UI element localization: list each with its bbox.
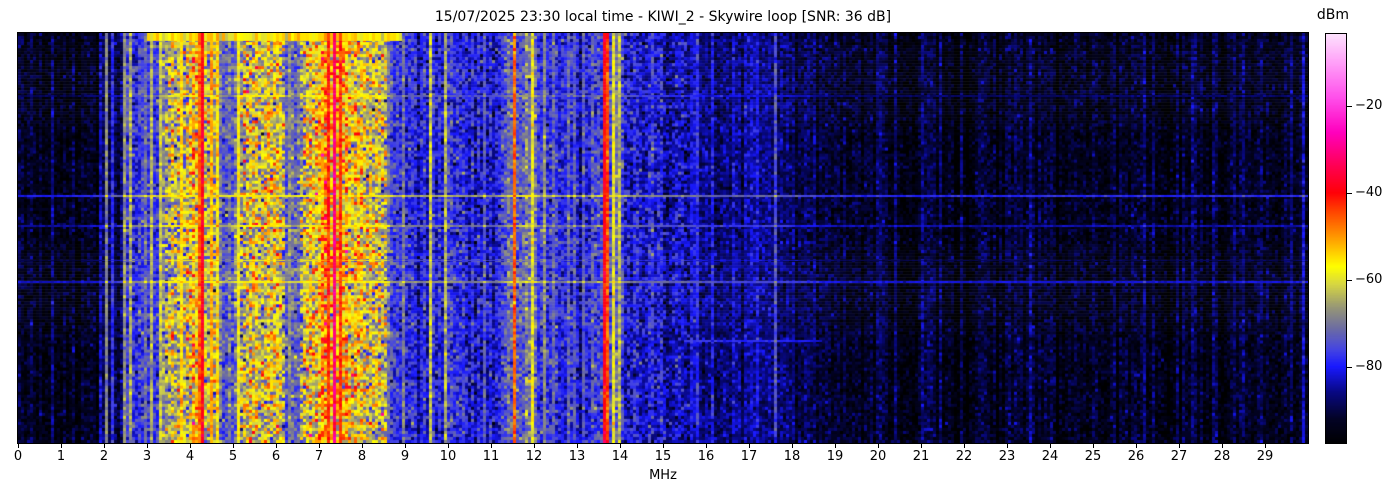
colorbar-tick-mark	[1347, 280, 1352, 281]
x-tick-mark	[878, 443, 879, 448]
x-tick-label: 8	[357, 449, 367, 464]
x-tick-label: 27	[1170, 449, 1188, 464]
x-tick-mark	[964, 443, 965, 448]
x-tick-mark	[749, 443, 750, 448]
x-tick-label: 29	[1256, 449, 1274, 464]
x-tick-mark	[620, 443, 621, 448]
x-tick-label: 3	[142, 449, 152, 464]
colorbar-tick-label: −60	[1355, 272, 1383, 287]
x-tick-mark	[1007, 443, 1008, 448]
waterfall-canvas	[18, 33, 1308, 443]
x-tick-mark	[835, 443, 836, 448]
x-tick-label: 5	[228, 449, 238, 464]
colorbar-tick-label: −20	[1355, 98, 1383, 113]
x-tick-mark	[1179, 443, 1180, 448]
x-tick-mark	[491, 443, 492, 448]
x-tick-mark	[104, 443, 105, 448]
x-tick-label: 23	[998, 449, 1016, 464]
x-tick-mark	[362, 443, 363, 448]
x-tick-label: 9	[400, 449, 410, 464]
x-tick-label: 21	[912, 449, 930, 464]
colorbar	[1325, 33, 1347, 444]
x-tick-label: 4	[185, 449, 195, 464]
colorbar-tick-mark	[1347, 367, 1352, 368]
x-tick-label: 2	[99, 449, 109, 464]
spectrogram-figure: 15/07/2025 23:30 local time - KIWI_2 - S…	[0, 0, 1400, 500]
x-tick-label: 24	[1041, 449, 1059, 464]
x-tick-mark	[448, 443, 449, 448]
x-tick-label: 19	[826, 449, 844, 464]
x-tick-label: 14	[611, 449, 629, 464]
x-tick-mark	[18, 443, 19, 448]
x-tick-label: 26	[1127, 449, 1145, 464]
x-tick-mark	[792, 443, 793, 448]
x-tick-label: 13	[568, 449, 586, 464]
x-tick-mark	[405, 443, 406, 448]
x-tick-label: 17	[740, 449, 758, 464]
x-tick-mark	[706, 443, 707, 448]
colorbar-unit-label: dBm	[1316, 7, 1350, 23]
x-tick-mark	[1093, 443, 1094, 448]
x-tick-label: 20	[869, 449, 887, 464]
figure-title: 15/07/2025 23:30 local time - KIWI_2 - S…	[434, 9, 892, 25]
x-tick-mark	[921, 443, 922, 448]
x-tick-label: 16	[697, 449, 715, 464]
colorbar-tick-label: −80	[1355, 359, 1383, 374]
colorbar-tick-label: −40	[1355, 185, 1383, 200]
x-tick-label: 18	[783, 449, 801, 464]
colorbar-gradient-canvas	[1326, 34, 1346, 443]
x-tick-label: 25	[1084, 449, 1102, 464]
x-tick-mark	[1265, 443, 1266, 448]
x-tick-mark	[61, 443, 62, 448]
x-tick-mark	[534, 443, 535, 448]
x-tick-label: 12	[525, 449, 543, 464]
x-tick-mark	[147, 443, 148, 448]
x-tick-label: 22	[955, 449, 973, 464]
x-tick-label: 28	[1213, 449, 1231, 464]
x-tick-mark	[577, 443, 578, 448]
x-tick-mark	[663, 443, 664, 448]
x-tick-mark	[276, 443, 277, 448]
x-tick-label: 11	[482, 449, 500, 464]
waterfall-plot	[17, 32, 1309, 444]
x-tick-label: 6	[271, 449, 281, 464]
colorbar-tick-mark	[1347, 193, 1352, 194]
x-tick-mark	[233, 443, 234, 448]
x-tick-label: 0	[13, 449, 23, 464]
x-tick-label: 1	[56, 449, 66, 464]
x-axis-label: MHz	[649, 468, 677, 483]
x-tick-mark	[190, 443, 191, 448]
x-tick-label: 10	[439, 449, 457, 464]
x-tick-mark	[1136, 443, 1137, 448]
x-tick-mark	[319, 443, 320, 448]
x-tick-label: 7	[314, 449, 324, 464]
x-tick-mark	[1222, 443, 1223, 448]
colorbar-tick-mark	[1347, 106, 1352, 107]
x-tick-mark	[1050, 443, 1051, 448]
x-tick-label: 15	[654, 449, 672, 464]
